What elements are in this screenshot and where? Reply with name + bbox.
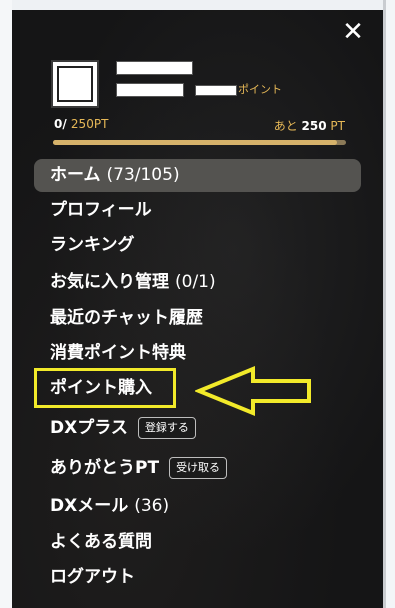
points-remaining-prefix: あと bbox=[273, 119, 298, 133]
menu-item-profile[interactable]: プロフィール bbox=[34, 194, 361, 227]
menu-item-label: ログアウト bbox=[50, 567, 135, 587]
close-icon[interactable]: ✕ bbox=[341, 19, 365, 45]
menu-item-chat-history[interactable]: 最近のチャット履歴 bbox=[34, 302, 361, 335]
menu-item-label: お気に入り管理 bbox=[50, 272, 169, 292]
menu-item-thanks-pt[interactable]: ありがとうPT 受け取る bbox=[34, 452, 361, 485]
menu-item-label: 消費ポイント特典 bbox=[50, 343, 186, 363]
menu-item-ranking[interactable]: ランキング bbox=[34, 229, 361, 262]
menu-item-label: DXプラス bbox=[50, 418, 128, 438]
points-current-value: 0/ bbox=[54, 117, 67, 131]
points-remaining-unit: PT bbox=[330, 119, 345, 133]
points-label: ポイント bbox=[238, 83, 282, 96]
annotation-arrow-icon bbox=[195, 366, 311, 416]
menu-item-label: DXメール bbox=[50, 496, 129, 516]
annotation-highlight-box bbox=[34, 368, 176, 408]
points-progress-bar bbox=[53, 140, 346, 145]
menu-item-label: ランキング bbox=[50, 235, 135, 255]
redacted-point-balance bbox=[195, 85, 237, 96]
avatar bbox=[51, 60, 99, 108]
page-background-left bbox=[0, 0, 12, 608]
redacted-user-id bbox=[116, 83, 184, 97]
menu-item-label: ありがとうPT bbox=[50, 458, 160, 478]
menu-item-label: 最近のチャット履歴 bbox=[50, 308, 203, 328]
menu-item-label: プロフィール bbox=[50, 200, 152, 220]
points-progress-row: 0/ 250PT あと 250 PT bbox=[54, 117, 345, 133]
menu-item-home[interactable]: ホーム (73/105) bbox=[34, 159, 361, 192]
side-drawer: ✕ ポイント 0/ 250PT あと 250 PT ホーム (73/105) プロ… bbox=[12, 10, 383, 608]
points-progress-fill bbox=[53, 140, 338, 145]
points-remaining: あと 250 PT bbox=[274, 117, 345, 134]
redacted-username bbox=[116, 61, 193, 75]
menu-item-label: ホーム bbox=[50, 165, 101, 185]
menu-item-label: よくある質問 bbox=[50, 532, 152, 552]
scrollbar-edge[interactable] bbox=[383, 0, 386, 608]
home-count: (73/105) bbox=[106, 165, 180, 185]
points-remaining-value: 250 bbox=[301, 119, 327, 133]
avatar-frame bbox=[57, 66, 93, 102]
receive-button[interactable]: 受け取る bbox=[169, 457, 228, 479]
dx-mail-count: (36) bbox=[134, 496, 170, 516]
menu-item-faq[interactable]: よくある質問 bbox=[34, 526, 361, 559]
menu-item-favorites[interactable]: お気に入り管理 (0/1) bbox=[34, 266, 361, 299]
points-max: 250PT bbox=[70, 117, 109, 131]
menu-item-dx-mail[interactable]: DXメール (36) bbox=[34, 490, 361, 523]
favorites-count: (0/1) bbox=[175, 272, 216, 292]
points-current: 0/ 250PT bbox=[54, 117, 108, 131]
register-button[interactable]: 登録する bbox=[137, 417, 196, 439]
menu-item-logout[interactable]: ログアウト bbox=[34, 561, 361, 594]
